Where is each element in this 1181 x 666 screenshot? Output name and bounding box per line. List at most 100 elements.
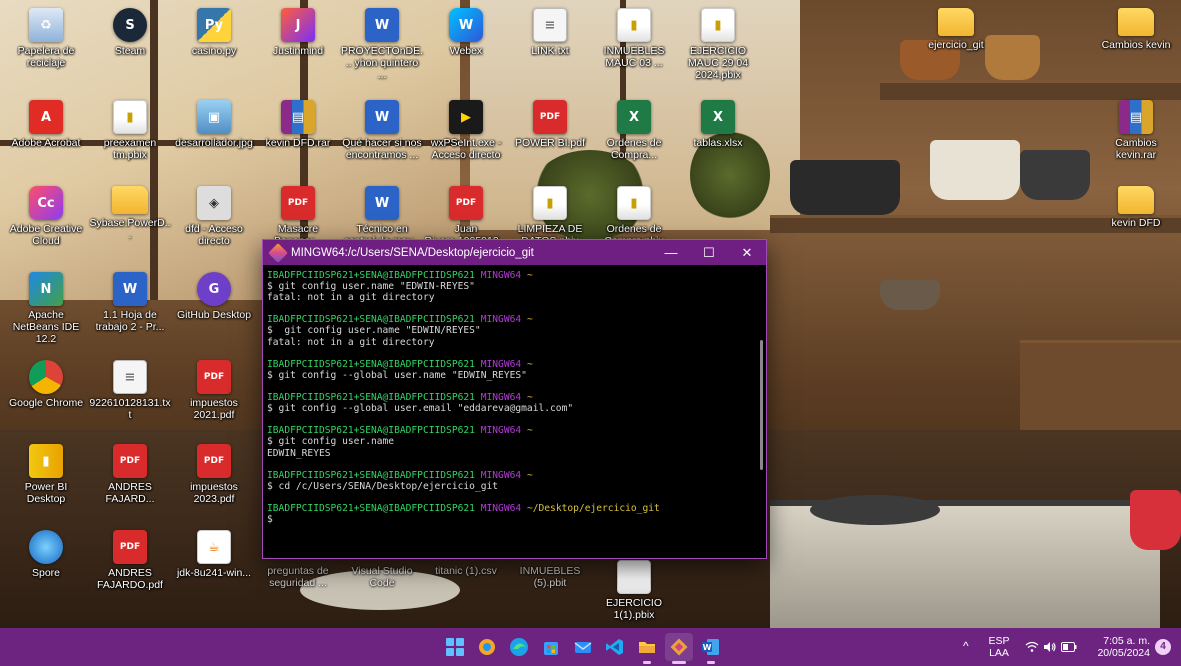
desktop-icon[interactable]: PDFMasacre Bananer... — [256, 186, 340, 247]
desktop-icon-label: Adobe Creative Cloud — [9, 223, 83, 247]
prompt-user: IBADFPCIIDSP621+SENA@IBADFPCIIDSP621 — [267, 502, 475, 514]
desktop-icon[interactable]: ▮LIMPIEZA DE DATOS.pbix — [508, 186, 592, 247]
desktop-icon[interactable]: EJERCICIO 1(1).pbix — [592, 560, 676, 621]
desktop-icon-label: Spore — [31, 567, 61, 579]
desktop-icon[interactable]: ≡ LINK.txt — [508, 8, 592, 57]
desktop-icon[interactable]: ▮Ordenes de Compra.pbix — [592, 186, 676, 247]
pdf-file-icon: PDF — [281, 186, 315, 220]
desktop-icon[interactable]: WTécnico en control de mov... — [340, 186, 424, 247]
folder-icon — [1118, 8, 1154, 36]
desktop-icon[interactable]: ▮ Power BI Desktop — [4, 444, 88, 505]
desktop-icon[interactable]: A Adobe Acrobat — [4, 100, 88, 149]
desktop-icon[interactable]: PDFJuan Rivera.1005912... — [424, 186, 508, 247]
maximize-button[interactable]: ☐ — [690, 240, 728, 265]
desktop-icon[interactable]: G GitHub Desktop — [172, 272, 256, 321]
close-button[interactable]: ✕ — [728, 240, 766, 265]
desktop-icon[interactable]: preguntas de seguridad ... — [256, 562, 340, 589]
desktop-icon[interactable]: Google Chrome — [4, 360, 88, 409]
desktop-icon[interactable]: ▤ Cambios kevin.rar — [1094, 100, 1178, 161]
clock[interactable]: 7:05 a. m. 20/05/2024 — [1086, 635, 1150, 659]
word-taskbar-button[interactable]: W — [697, 633, 725, 664]
store-taskbar-button[interactable] — [537, 633, 565, 661]
desktop-icon-label: Ordenes de Compra... — [606, 137, 662, 161]
wifi-icon[interactable] — [1025, 641, 1039, 653]
desktop-icon[interactable]: PDF ANDRES FAJARD... — [88, 444, 172, 505]
language-indicator[interactable]: ESP LAA — [985, 635, 1013, 659]
desktop-icon[interactable]: kevin DFD — [1094, 186, 1178, 229]
git-bash-taskbar-button[interactable] — [665, 633, 693, 664]
pbix-file-icon: ▮ — [113, 100, 147, 134]
battery-icon[interactable] — [1061, 642, 1077, 652]
steam-icon: S — [113, 8, 147, 42]
desktop-icon[interactable]: ≡ 922610128131.txt — [88, 360, 172, 421]
desktop-icon-label: 922610128131.txt — [89, 397, 171, 421]
desktop-icon-label: ANDRES FAJARD... — [105, 481, 155, 505]
notification-badge[interactable]: 4 — [1155, 639, 1171, 655]
desktop-icon[interactable]: Xtablas.xlsx — [676, 100, 760, 149]
prompt-path: ~ — [526, 358, 533, 370]
desktop-icon-label: Adobe Acrobat — [11, 137, 81, 149]
desktop-icon[interactable]: PDF POWER BI.pdf — [508, 100, 592, 149]
desktop-icon[interactable]: titanic (1).csv — [424, 562, 508, 577]
desktop-icon[interactable]: S Steam — [88, 8, 172, 57]
desktop-icon[interactable]: ☕ jdk-8u241-win... — [172, 530, 256, 579]
volume-icon[interactable] — [1043, 641, 1057, 653]
terminal-scrollbar[interactable] — [760, 340, 763, 470]
prompt-path: ~ — [526, 270, 533, 281]
folder-icon — [938, 8, 974, 36]
desktop-icon[interactable]: ▮ EJERCICIO MAUC 29 04 2024.pbix — [676, 8, 760, 81]
desktop-icon[interactable]: W PROYECTOnDE... yhon quintero ... — [340, 8, 424, 81]
file-explorer-taskbar-button[interactable] — [633, 633, 661, 664]
terminal-prompt: IBADFPCIIDSP621+SENA@IBADFPCIIDSP621 MIN… — [267, 359, 752, 370]
desktop-icon[interactable]: N Apache NetBeans IDE 12.2 — [4, 272, 88, 345]
desktop-icon-label: PROYECTOnDE... yhon quintero ... — [340, 45, 424, 81]
minimize-button[interactable]: — — [652, 240, 690, 265]
spore-icon — [29, 530, 63, 564]
desktop-icon[interactable]: ◈ dfd - Acceso directo — [172, 186, 256, 247]
desktop-icon[interactable]: Visual Studio Code — [340, 562, 424, 589]
desktop-icon-label: Justinmind — [272, 45, 324, 57]
desktop-icon[interactable]: X Ordenes de Compra... — [592, 100, 676, 161]
search-taskbar-button[interactable] — [473, 633, 501, 661]
desktop-icon[interactable]: ▶ wxPSeInt.exe - Acceso directo — [424, 100, 508, 161]
desktop-icon[interactable]: Py casino.py — [172, 8, 256, 57]
desktop-icon[interactable]: INMUEBLES (5).pbit — [508, 562, 592, 589]
tray-overflow-chevron-icon[interactable]: ^ — [963, 640, 969, 652]
python-file-icon: Py — [197, 8, 231, 42]
terminal-command: $ git config user.name — [267, 436, 395, 448]
vscode-taskbar-button[interactable] — [601, 633, 629, 661]
git-bash-terminal-window[interactable]: MINGW64:/c/Users/SENA/Desktop/ejercicio_… — [262, 239, 767, 559]
desktop-icon[interactable]: J Justinmind — [256, 8, 340, 57]
desktop-icon[interactable]: ▮ INMUEBLES MAUC 03 ... — [592, 8, 676, 69]
desktop-icon[interactable]: W Webex — [424, 8, 508, 57]
desktop-icon[interactable]: ▤ kevin DFD.rar — [256, 100, 340, 149]
desktop-icon[interactable]: W 1.1 Hoja de trabajo 2 - Pr... — [88, 272, 172, 333]
desktop-icon-label: Power BI Desktop — [24, 481, 68, 505]
clock-time: 7:05 a. m. — [1103, 635, 1150, 647]
start-button[interactable] — [441, 633, 469, 661]
desktop-icon-label: Sybase.PowerD... — [89, 217, 171, 241]
desktop-icon[interactable]: Spore — [4, 530, 88, 579]
desktop-icon[interactable]: W Qué hacer si nos encontramos ... — [340, 100, 424, 161]
desktop-icon[interactable]: Cc Adobe Creative Cloud — [4, 186, 88, 247]
desktop-icon[interactable]: ▮ preexamen tm.pbix — [88, 100, 172, 161]
desktop-icon[interactable]: Cambios kevin — [1094, 8, 1178, 51]
terminal-title-bar[interactable]: MINGW64:/c/Users/SENA/Desktop/ejercicio_… — [263, 240, 766, 265]
desktop-icon[interactable]: Sybase.PowerD... — [88, 186, 172, 241]
pdf-file-icon: PDF — [449, 186, 483, 220]
desktop-icon[interactable]: PDF impuestos 2023.pdf — [172, 444, 256, 505]
desktop-icon[interactable]: ejercicio_git — [914, 8, 998, 51]
pseint-icon: ▶ — [449, 100, 483, 134]
edge-taskbar-button[interactable] — [505, 633, 533, 661]
terminal-output[interactable]: IBADFPCIIDSP621+SENA@IBADFPCIIDSP621 MIN… — [267, 270, 752, 554]
desktop-icon[interactable]: ♻ Papelera de reciclaje — [4, 8, 88, 69]
dfd-shortcut-icon: ◈ — [197, 186, 231, 220]
desktop-icon-label: dfd - Acceso directo — [185, 223, 243, 247]
text-file-icon: ≡ — [113, 360, 147, 394]
mail-icon — [574, 642, 592, 653]
desktop-icon[interactable]: PDF ANDRES FAJARDO.pdf — [88, 530, 172, 591]
rar-archive-icon: ▤ — [1119, 100, 1153, 134]
desktop-icon[interactable]: ▣ desarrollador.jpg — [172, 100, 256, 149]
mail-taskbar-button[interactable] — [569, 633, 597, 661]
desktop-icon[interactable]: PDF impuestos 2021.pdf — [172, 360, 256, 421]
